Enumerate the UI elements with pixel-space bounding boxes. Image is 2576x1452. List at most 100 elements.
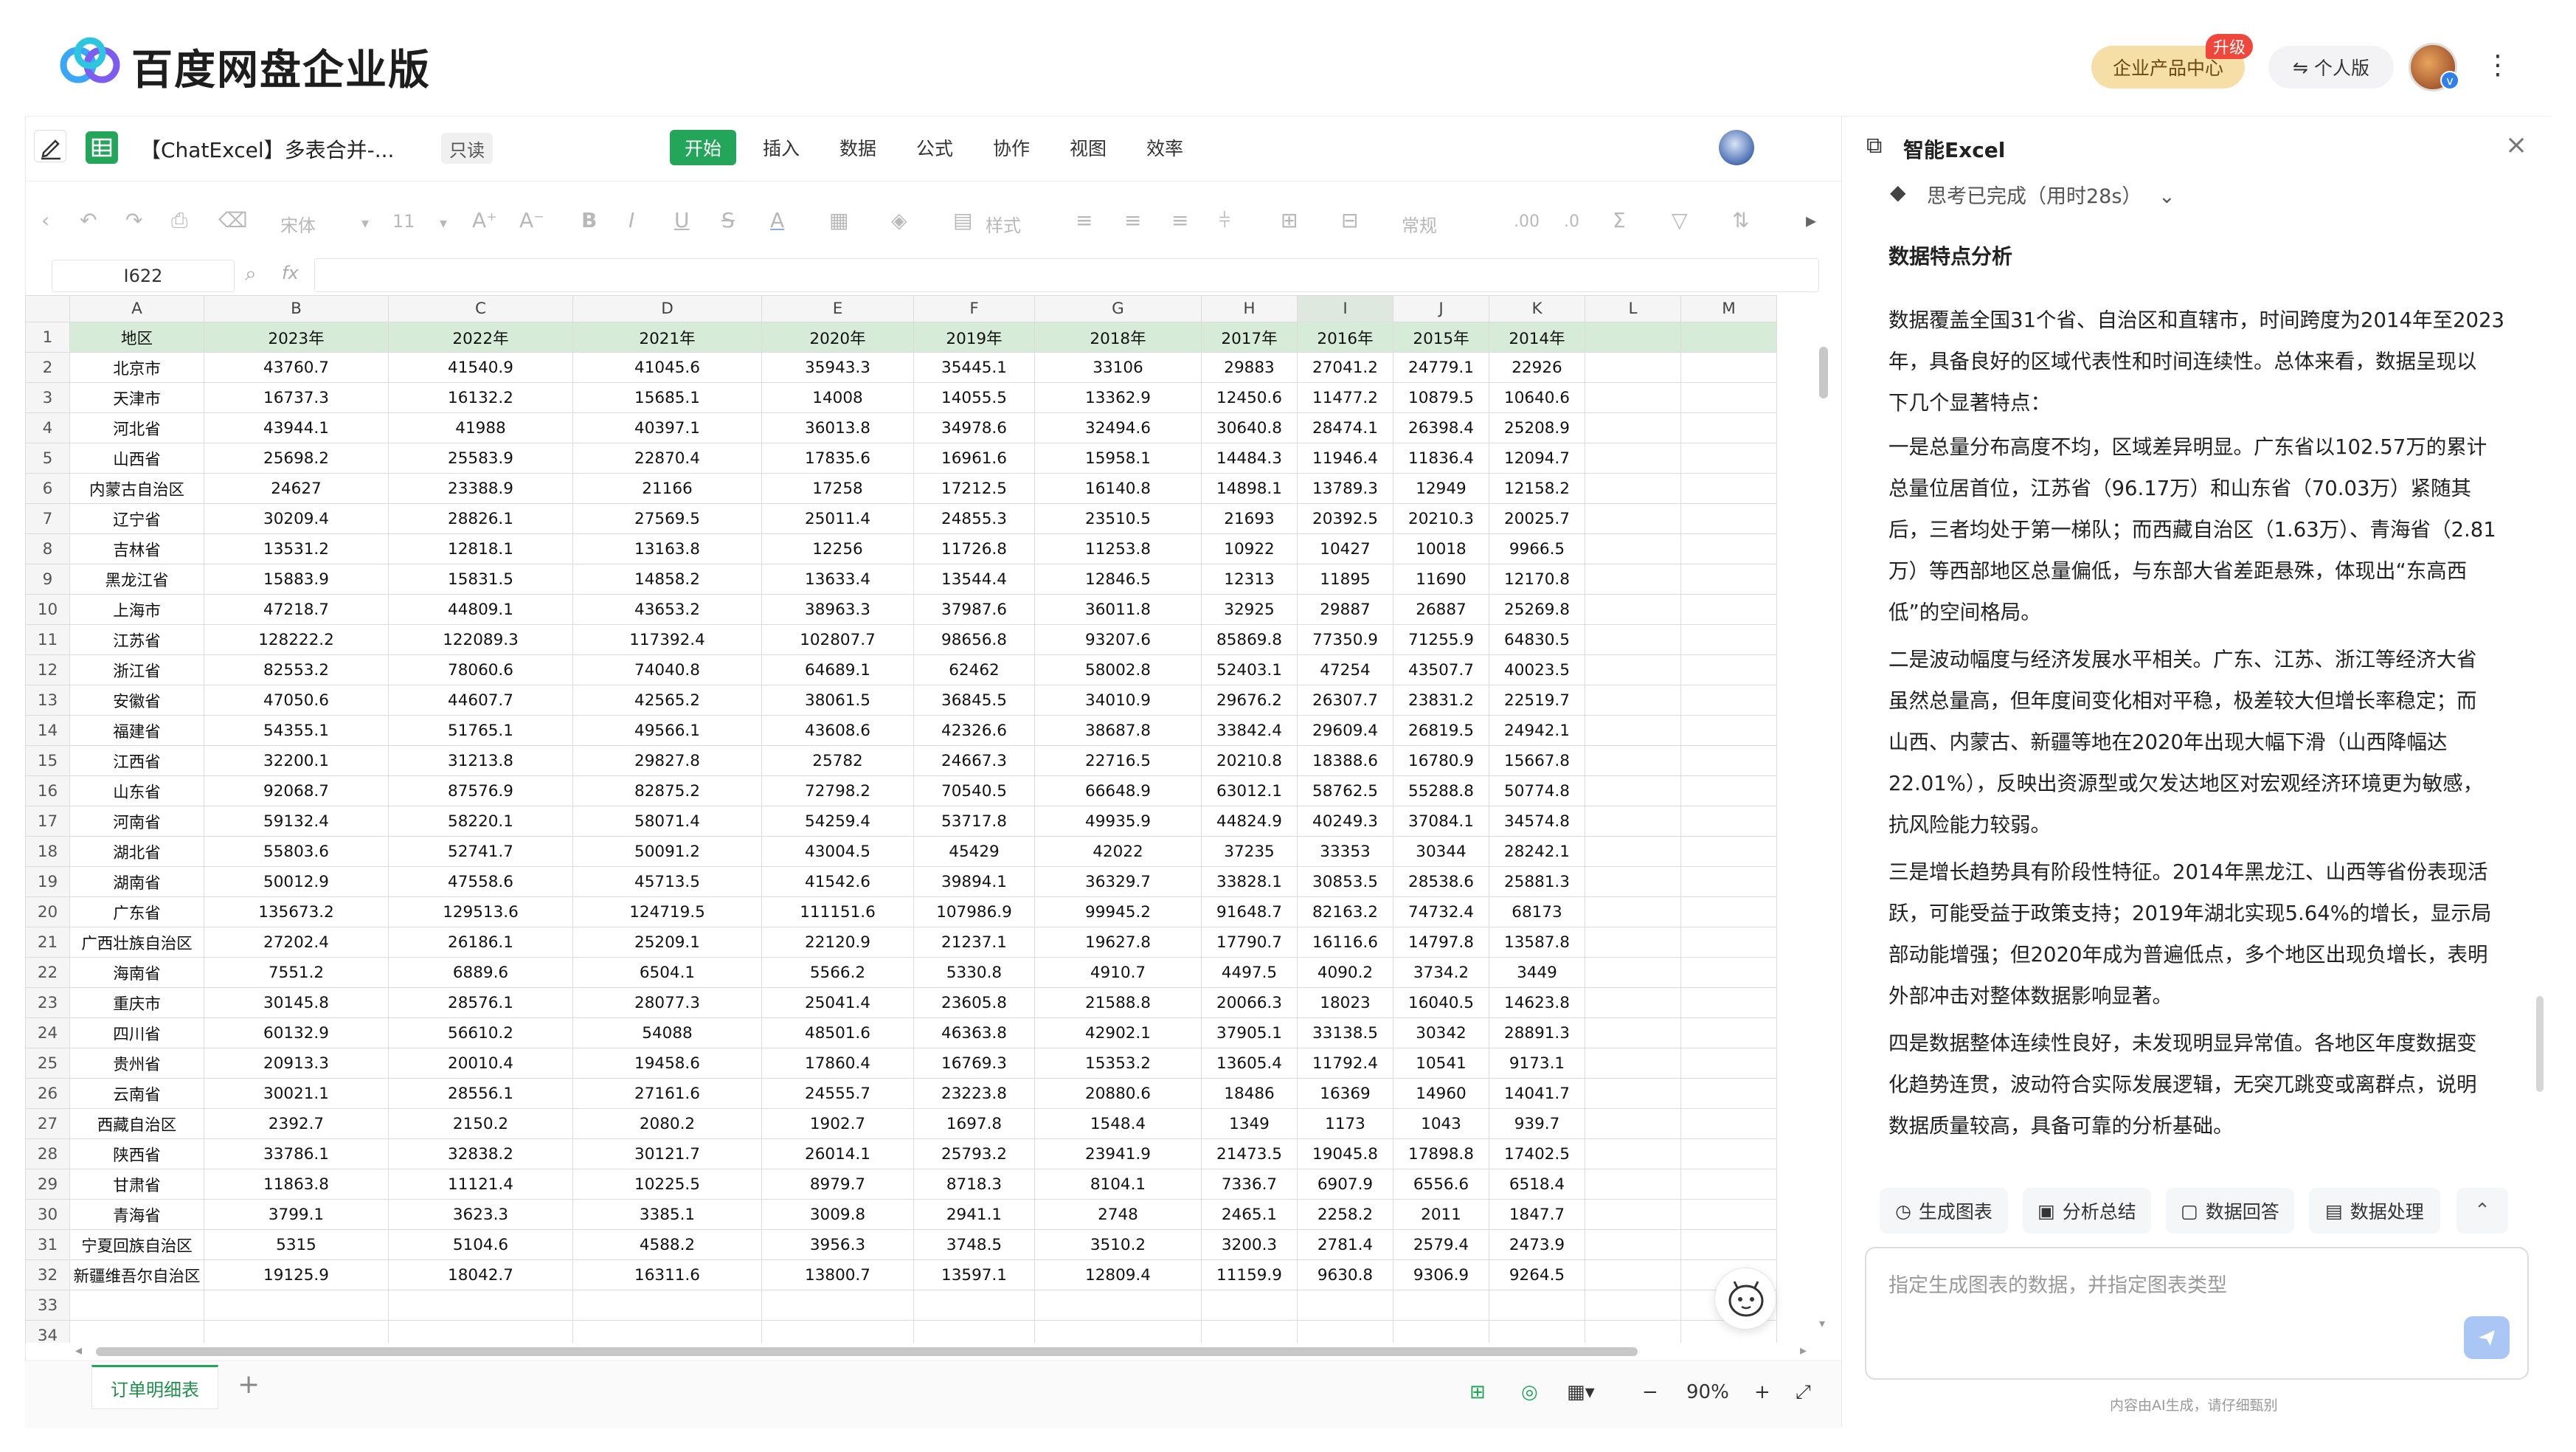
data-cell[interactable]: 28242.1 [1489, 836, 1585, 867]
data-cell[interactable]: 3748.5 [913, 1229, 1035, 1260]
data-cell[interactable]: 27041.2 [1297, 352, 1393, 383]
data-cell[interactable]: 30021.1 [204, 1078, 389, 1109]
data-cell[interactable]: 47254 [1297, 654, 1393, 685]
data-cell[interactable]: 58071.4 [572, 806, 762, 837]
data-cell[interactable]: 13605.4 [1201, 1048, 1298, 1079]
data-cell[interactable]: 72798.2 [761, 775, 914, 806]
empty-cell[interactable] [1680, 473, 1777, 504]
empty-cell[interactable] [1297, 1290, 1393, 1321]
data-cell[interactable]: 50012.9 [204, 866, 389, 897]
empty-cell[interactable] [204, 1320, 389, 1343]
empty-cell[interactable] [1585, 654, 1681, 685]
data-cell[interactable]: 25041.4 [761, 987, 914, 1018]
data-cell[interactable]: 37987.6 [913, 594, 1035, 625]
column-header[interactable]: F [913, 295, 1035, 322]
data-cell[interactable]: 5330.8 [913, 957, 1035, 988]
data-cell[interactable]: 青海省 [69, 1199, 204, 1230]
strikethrough-icon[interactable]: S [721, 208, 735, 232]
data-cell[interactable]: 22926 [1489, 352, 1585, 383]
data-cell[interactable]: 63012.1 [1201, 775, 1298, 806]
empty-cell[interactable] [1585, 1259, 1681, 1290]
data-cell[interactable]: 20210.8 [1201, 745, 1298, 776]
data-cell[interactable]: 26014.1 [761, 1138, 914, 1169]
data-cell[interactable]: 42565.2 [572, 685, 762, 716]
collaborator-avatar[interactable] [1719, 130, 1754, 165]
empty-cell[interactable] [1489, 1290, 1585, 1321]
empty-cell[interactable] [1201, 1290, 1298, 1321]
data-cell[interactable]: 30145.8 [204, 987, 389, 1018]
data-cell[interactable]: 77350.9 [1297, 624, 1393, 655]
data-cell[interactable]: 3799.1 [204, 1199, 389, 1230]
data-cell[interactable]: 宁夏回族自治区 [69, 1229, 204, 1260]
data-cell[interactable]: 29887 [1297, 594, 1393, 625]
data-cell[interactable]: 19458.6 [572, 1048, 762, 1079]
data-cell[interactable]: 27569.5 [572, 503, 762, 534]
data-cell[interactable]: 135673.2 [204, 896, 389, 927]
empty-cell[interactable] [1585, 473, 1681, 504]
row-number[interactable]: 24 [25, 1017, 70, 1048]
more-menu-icon[interactable]: ⋮ [2485, 50, 2511, 80]
sum-icon[interactable]: Σ [1613, 208, 1626, 232]
data-cell[interactable]: 71255.9 [1393, 624, 1489, 655]
data-cell[interactable]: 1349 [1201, 1108, 1298, 1139]
data-cell[interactable]: 92068.7 [204, 775, 389, 806]
data-cell[interactable]: 30209.4 [204, 503, 389, 534]
empty-cell[interactable] [1585, 896, 1681, 927]
data-cell[interactable]: 1847.7 [1489, 1199, 1585, 1230]
data-cell[interactable]: 82875.2 [572, 775, 762, 806]
data-cell[interactable]: 99945.2 [1034, 896, 1202, 927]
data-cell[interactable]: 47558.6 [388, 866, 573, 897]
data-cell[interactable]: 29609.4 [1297, 715, 1393, 746]
empty-cell[interactable] [388, 1290, 573, 1321]
data-cell[interactable]: 23223.8 [913, 1078, 1035, 1109]
data-cell[interactable]: 2941.1 [913, 1199, 1035, 1230]
row-number[interactable]: 12 [25, 654, 70, 685]
data-cell[interactable]: 14898.1 [1201, 473, 1298, 504]
data-cell[interactable]: 4090.2 [1297, 957, 1393, 988]
data-cell[interactable]: 18388.6 [1297, 745, 1393, 776]
data-cell[interactable]: 18023 [1297, 987, 1393, 1018]
column-header[interactable]: A [69, 295, 204, 322]
data-cell[interactable]: 13789.3 [1297, 473, 1393, 504]
data-cell[interactable]: 25209.1 [572, 927, 762, 958]
empty-cell[interactable] [1585, 715, 1681, 746]
data-cell[interactable]: 11863.8 [204, 1169, 389, 1200]
data-cell[interactable]: 42326.6 [913, 715, 1035, 746]
data-cell[interactable]: 36845.5 [913, 685, 1035, 716]
decrease-font-icon[interactable]: A⁻ [519, 208, 544, 232]
data-cell[interactable]: 56610.2 [388, 1017, 573, 1048]
data-cell[interactable]: 7551.2 [204, 957, 389, 988]
data-cell[interactable]: 28556.1 [388, 1078, 573, 1109]
data-cell[interactable]: 37905.1 [1201, 1017, 1298, 1048]
view-mode-icon[interactable]: ▦▾ [1567, 1381, 1595, 1403]
data-cell[interactable]: 20025.7 [1489, 503, 1585, 534]
data-cell[interactable]: 33106 [1034, 352, 1202, 383]
data-cell[interactable]: 17402.5 [1489, 1138, 1585, 1169]
empty-cell[interactable] [1680, 715, 1777, 746]
menu-start[interactable]: 开始 [670, 130, 737, 165]
data-cell[interactable]: 30640.8 [1201, 412, 1298, 443]
data-cell[interactable]: 内蒙古自治区 [69, 473, 204, 504]
data-cell[interactable]: 26398.4 [1393, 412, 1489, 443]
data-cell[interactable]: 54355.1 [204, 715, 389, 746]
header-cell[interactable]: 2018年 [1034, 322, 1202, 353]
data-cell[interactable]: 32494.6 [1034, 412, 1202, 443]
empty-cell[interactable] [1680, 1229, 1777, 1260]
data-cell[interactable]: 52403.1 [1201, 654, 1298, 685]
panel-scrollbar[interactable] [2536, 996, 2544, 1092]
data-cell[interactable]: 12949 [1393, 473, 1489, 504]
data-cell[interactable]: 41542.6 [761, 866, 914, 897]
data-cell[interactable]: 37084.1 [1393, 806, 1489, 837]
data-cell[interactable]: 35445.1 [913, 352, 1035, 383]
data-cell[interactable]: 45429 [913, 836, 1035, 867]
data-cell[interactable]: 陕西省 [69, 1138, 204, 1169]
data-cell[interactable]: 河北省 [69, 412, 204, 443]
data-cell[interactable]: 23941.9 [1034, 1138, 1202, 1169]
data-cell[interactable]: 6907.9 [1297, 1169, 1393, 1200]
data-cell[interactable]: 51765.1 [388, 715, 573, 746]
data-cell[interactable]: 5104.6 [388, 1229, 573, 1260]
data-cell[interactable]: 16961.6 [913, 443, 1035, 474]
data-cell[interactable]: 28576.1 [388, 987, 573, 1018]
menu-data[interactable]: 数据 [839, 134, 876, 161]
data-cell[interactable]: 21693 [1201, 503, 1298, 534]
